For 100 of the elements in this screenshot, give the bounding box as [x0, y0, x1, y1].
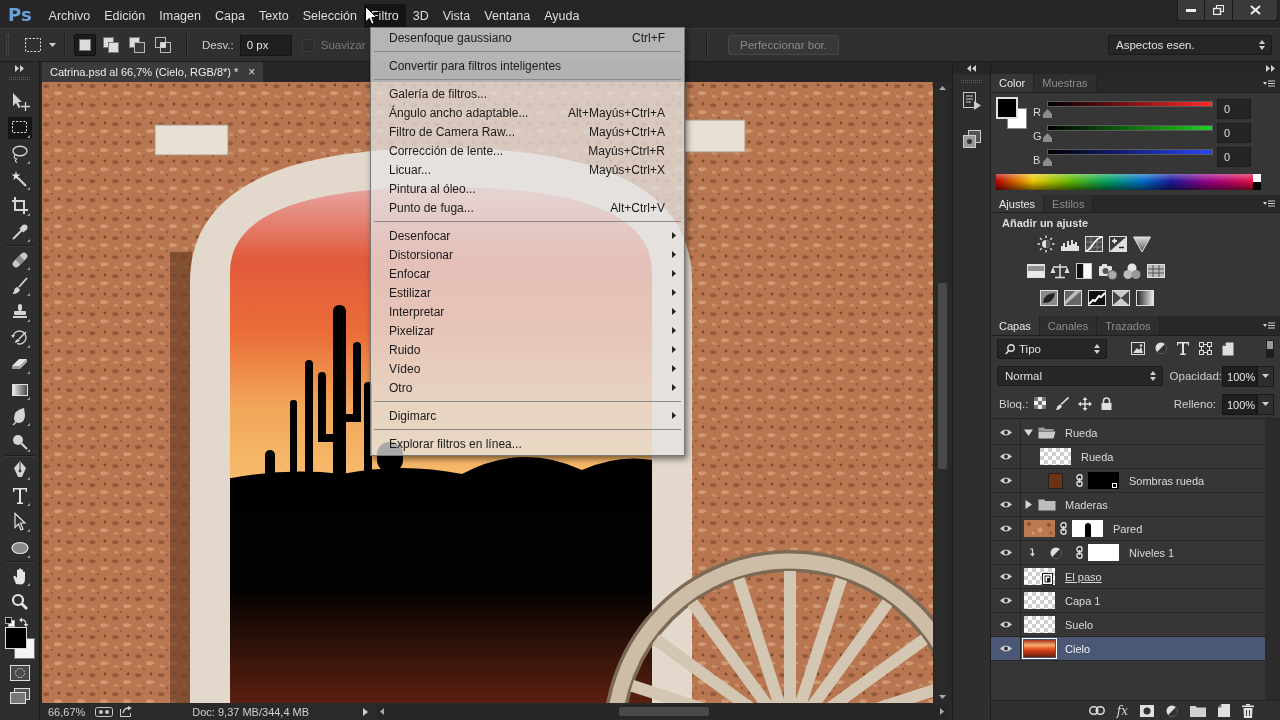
disclosure-triangle-icon[interactable]	[1024, 500, 1033, 509]
panel-tab[interactable]: Trazados	[1097, 316, 1160, 335]
scrollbar-thumb[interactable]	[937, 283, 947, 469]
link-icon[interactable]	[1088, 706, 1105, 715]
grid-icon[interactable]	[1146, 262, 1166, 280]
right-arrow-icon[interactable]	[940, 708, 944, 715]
new-page-icon[interactable]	[1218, 704, 1230, 717]
selection-mode-button[interactable]	[152, 34, 174, 56]
layer-row[interactable]: Rueda	[991, 445, 1265, 469]
sun-icon[interactable]	[1036, 235, 1056, 253]
restore-button[interactable]	[1205, 0, 1233, 21]
menu-item[interactable]: Interpretar	[371, 302, 684, 321]
menu-item[interactable]: Pintura al óleo...	[371, 179, 684, 198]
camera-icon[interactable]	[1098, 262, 1118, 280]
three-circles-icon[interactable]	[1122, 262, 1142, 280]
menu-item[interactable]: Edición	[97, 4, 153, 28]
eye-icon[interactable]	[998, 620, 1013, 629]
scrollbar-track[interactable]	[1265, 419, 1280, 700]
eye-icon[interactable]	[998, 428, 1013, 437]
menu-item[interactable]: Otro	[371, 378, 684, 397]
eye-icon[interactable]	[998, 548, 1013, 557]
blend-mode-dropdown[interactable]: Normal	[997, 366, 1163, 386]
menu-item[interactable]: Ruido	[371, 340, 684, 359]
toggle-switch-icon[interactable]	[1266, 340, 1274, 358]
menu-item[interactable]: Selección	[295, 4, 364, 28]
slider-thumb[interactable]	[1043, 133, 1052, 142]
menu-item[interactable]: Galería de filtros...	[371, 84, 684, 103]
layer-row[interactable]: Capa 1	[991, 589, 1265, 613]
tab-close-button[interactable]: ×	[248, 65, 256, 79]
menu-item[interactable]: Distorsionar	[371, 245, 684, 264]
layer-row[interactable]: Suelo	[991, 613, 1265, 637]
layer-row[interactable]: Rueda	[991, 421, 1265, 445]
dashed-rectangle-icon[interactable]	[24, 37, 42, 53]
document-arrow-icon[interactable]	[962, 92, 981, 110]
panel-tab[interactable]: Color	[991, 74, 1035, 92]
slider-thumb[interactable]	[1043, 157, 1052, 166]
scrollbar-thumb[interactable]	[619, 707, 709, 716]
down-arrow-icon[interactable]	[938, 695, 946, 699]
dropdown-arrow-button[interactable]	[1257, 365, 1274, 387]
menu-item[interactable]: Corrección de lente... Mayús+Ctrl+R	[371, 141, 684, 160]
dropdown-arrow-button[interactable]	[1257, 393, 1274, 415]
menu-item[interactable]: Estilizar	[371, 283, 684, 302]
eye-icon[interactable]	[998, 572, 1013, 581]
workspace-dropdown[interactable]: Aspectos esen.	[1108, 35, 1272, 55]
move-cross-icon[interactable]	[1078, 397, 1093, 411]
menu-item[interactable]: Capa	[208, 4, 252, 28]
curve-grid-icon[interactable]	[1084, 235, 1104, 253]
transform-box-icon[interactable]	[1199, 342, 1212, 355]
selection-mode-button[interactable]	[74, 34, 96, 56]
color-spectrum-bar[interactable]	[996, 174, 1261, 190]
menu-item[interactable]: Ventana	[477, 4, 538, 28]
feather-field[interactable]: 0 px	[239, 34, 292, 56]
menu-item[interactable]: Desenfocar	[371, 226, 684, 245]
menu-item[interactable]: Imagen	[152, 4, 208, 28]
export-arrow-icon[interactable]	[120, 706, 133, 717]
color-swatches-icon[interactable]	[996, 97, 1027, 129]
menu-item[interactable]: Filtro de Camera Raw... Mayús+Ctrl+A	[371, 122, 684, 141]
horizontal-scrollbar[interactable]	[376, 704, 948, 719]
dashed-circle-square-icon[interactable]	[9, 665, 30, 681]
selection-mode-button[interactable]	[100, 34, 122, 56]
menu-item[interactable]: Punto de fuga... Alt+Ctrl+V	[371, 198, 684, 217]
filter-dropdown[interactable]: Tipo	[997, 339, 1107, 359]
gradient-square-icon[interactable]	[1135, 289, 1155, 307]
layer-row[interactable]: El paso	[991, 565, 1265, 589]
layer-row[interactable]: Sombras rueda	[991, 469, 1265, 493]
minimize-button[interactable]	[1177, 0, 1205, 21]
menu-item[interactable]: Convertir para filtros inteligentes	[371, 56, 684, 75]
half-square-icon[interactable]	[1074, 262, 1094, 280]
image-icon[interactable]	[1131, 342, 1145, 355]
half-circle-icon[interactable]	[1155, 342, 1167, 354]
eye-icon[interactable]	[998, 500, 1013, 509]
fx-button[interactable]: fx	[1116, 703, 1128, 718]
overlapping-rectangles-icon[interactable]	[9, 688, 30, 704]
menu-item[interactable]: Texto	[251, 4, 296, 28]
panel-tab[interactable]: Canales	[1039, 316, 1098, 335]
layer-row[interactable]: Maderas	[991, 493, 1265, 517]
trash-icon[interactable]	[1242, 703, 1254, 718]
menu-item[interactable]: Enfocar	[371, 264, 684, 283]
close-button[interactable]	[1233, 0, 1278, 21]
eye-icon[interactable]	[998, 452, 1013, 461]
panel-tab[interactable]: Muestras	[1034, 74, 1097, 92]
leaf-square-icon[interactable]	[1039, 289, 1059, 307]
color-swatches-icon[interactable]	[4, 627, 35, 659]
menu-item[interactable]: Vídeo	[371, 359, 684, 378]
panel-tab[interactable]: Ajustes	[991, 195, 1045, 212]
caret-icon[interactable]	[49, 43, 56, 47]
panel-menu-icon[interactable]	[1263, 322, 1275, 329]
checker-icon[interactable]	[1034, 397, 1047, 409]
triangle-icon[interactable]	[1132, 235, 1152, 253]
menu-item[interactable]: Explorar filtros en línea...	[371, 434, 684, 453]
fill-field[interactable]: 100%	[1222, 393, 1257, 415]
zigzag-square-icon[interactable]	[1087, 289, 1107, 307]
menu-item[interactable]: Ayuda	[537, 4, 587, 28]
eye-icon[interactable]	[998, 644, 1013, 653]
document-tab[interactable]: Catrina.psd al 66,7% (Cielo, RGB/8*) * ×	[42, 62, 264, 82]
double-chevron-icon[interactable]	[15, 65, 24, 72]
default-colors-icon[interactable]	[4, 617, 15, 627]
document-icon[interactable]	[1222, 342, 1234, 356]
value-field[interactable]: 0	[1217, 99, 1251, 119]
menu-item[interactable]: Vista	[435, 4, 478, 28]
